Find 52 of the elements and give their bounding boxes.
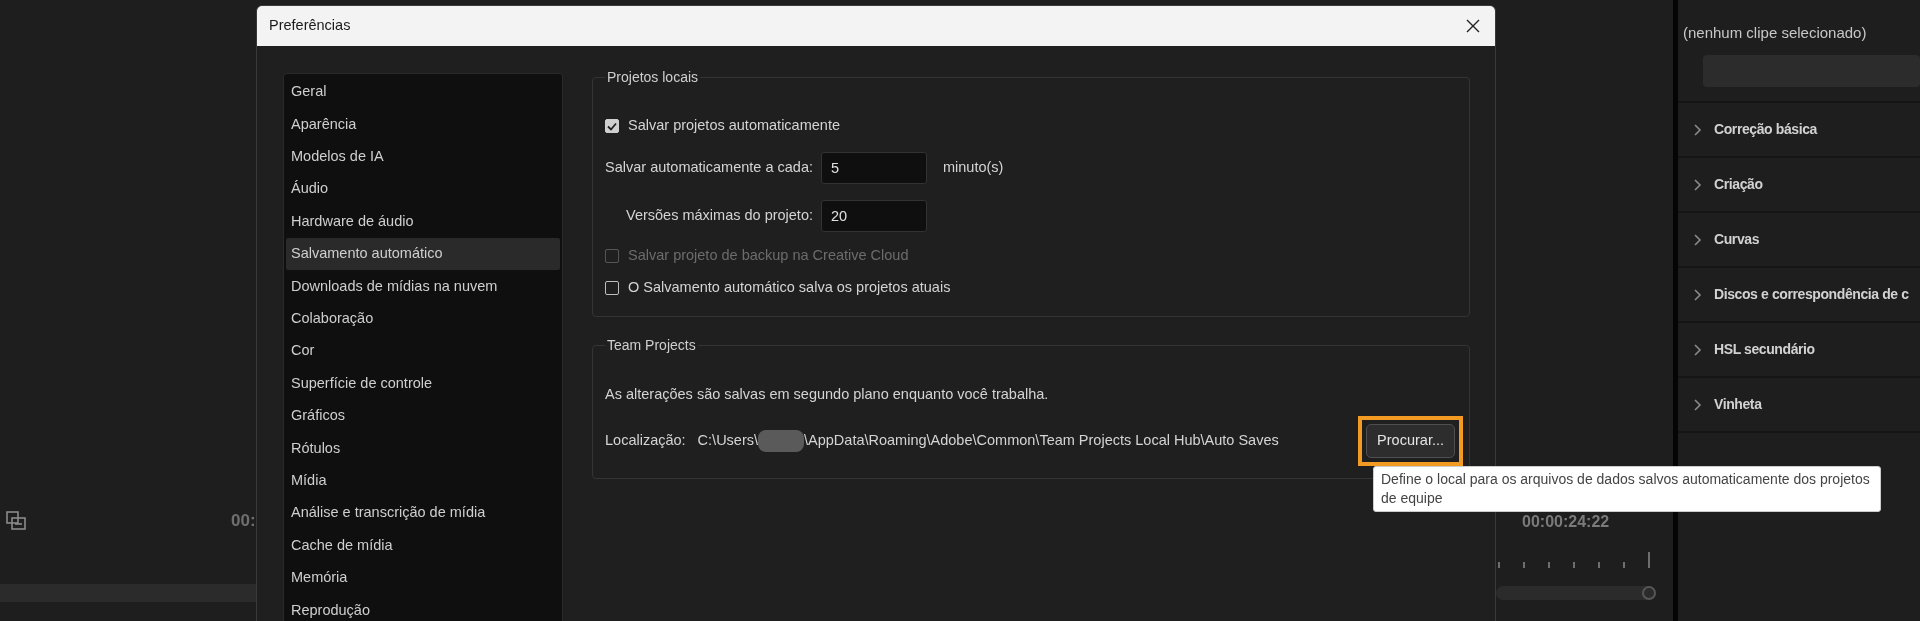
category-item[interactable]: Hardware de áudio (286, 205, 560, 238)
browse-button[interactable]: Procurar... (1366, 423, 1455, 458)
chevron-icon (1692, 177, 1704, 192)
category-item[interactable]: Reprodução (286, 594, 560, 621)
category-item[interactable]: Áudio (286, 173, 560, 206)
chevron-icon (1692, 232, 1704, 247)
status-text: (nenhum clipe selecionado) (1683, 23, 1868, 43)
section-header[interactable]: HSL secundário (1678, 323, 1920, 378)
checkbox[interactable] (605, 281, 619, 295)
zoom-scroll-bar[interactable] (1496, 586, 1656, 600)
field-label: Localização: (605, 430, 686, 450)
frames-icon[interactable] (5, 508, 27, 532)
scroll-bar[interactable] (0, 584, 256, 602)
description-text: As alterações são salvas em segundo plano enquanto você trabalha. (605, 385, 1050, 404)
category-item[interactable]: Rótulos (286, 432, 560, 465)
category-item[interactable]: Geral (286, 76, 560, 109)
input-field[interactable]: 5 (821, 152, 927, 184)
section-header[interactable]: Curvas (1678, 213, 1920, 268)
category-item[interactable]: Análise e transcrição de mídia (286, 497, 560, 530)
section-header[interactable]: Discos e correspondência de c (1678, 268, 1920, 323)
checkbox-label: Salvar projetos automaticamente (628, 116, 840, 136)
field-label: Salvar automaticamente a cada: (605, 158, 814, 178)
timecode: 00:00:24:22 (1522, 512, 1610, 532)
category-item[interactable]: Memória (286, 561, 560, 595)
scroll-handle[interactable] (1642, 586, 1656, 600)
category-item[interactable]: Colaboração (286, 302, 560, 336)
category-item[interactable]: Downloads de mídias na nuvem (286, 270, 560, 303)
window-title: Preferências (269, 16, 351, 36)
chevron-icon (1692, 287, 1704, 302)
unit-label: minuto(s) (943, 158, 1004, 178)
chevron-icon (1692, 397, 1704, 412)
section-header[interactable]: Criação (1678, 158, 1920, 213)
section-header[interactable]: Vinheta (1678, 378, 1920, 433)
field-label: Versões máximas do projeto: (625, 206, 814, 226)
path-text: C:\Users\ \AppData\Roaming\Adobe\Common\Team Projects Local Hub\Auto Saves (697, 429, 1279, 452)
category-item[interactable]: Superfície de controle (286, 367, 560, 400)
section-header[interactable]: Correção básica (1678, 103, 1920, 158)
chevron-icon (1692, 122, 1704, 137)
category-item[interactable]: Cache de mídia (286, 529, 560, 562)
timecode: 00: (231, 510, 256, 532)
checkbox-label: O Salvamento automático salva os projetos atuais (628, 278, 951, 298)
input-field[interactable]: 20 (821, 200, 927, 232)
category-item[interactable]: Cor (286, 335, 560, 368)
category-item[interactable]: Modelos de IA (286, 140, 560, 174)
checkbox-label: Salvar projeto de backup na Creative Cloud (628, 246, 909, 266)
category-item[interactable]: Aparência (286, 108, 560, 141)
tooltip: Define o local para os arquivos de dados salvos automaticamente dos projetos de equipe (1373, 466, 1881, 512)
category-item[interactable]: Salvamento automático (286, 237, 560, 271)
checkbox[interactable] (605, 119, 619, 133)
category-item[interactable]: Mídia (286, 464, 560, 498)
category-item[interactable]: Gráficos (286, 399, 560, 433)
chevron-icon (1692, 342, 1704, 357)
